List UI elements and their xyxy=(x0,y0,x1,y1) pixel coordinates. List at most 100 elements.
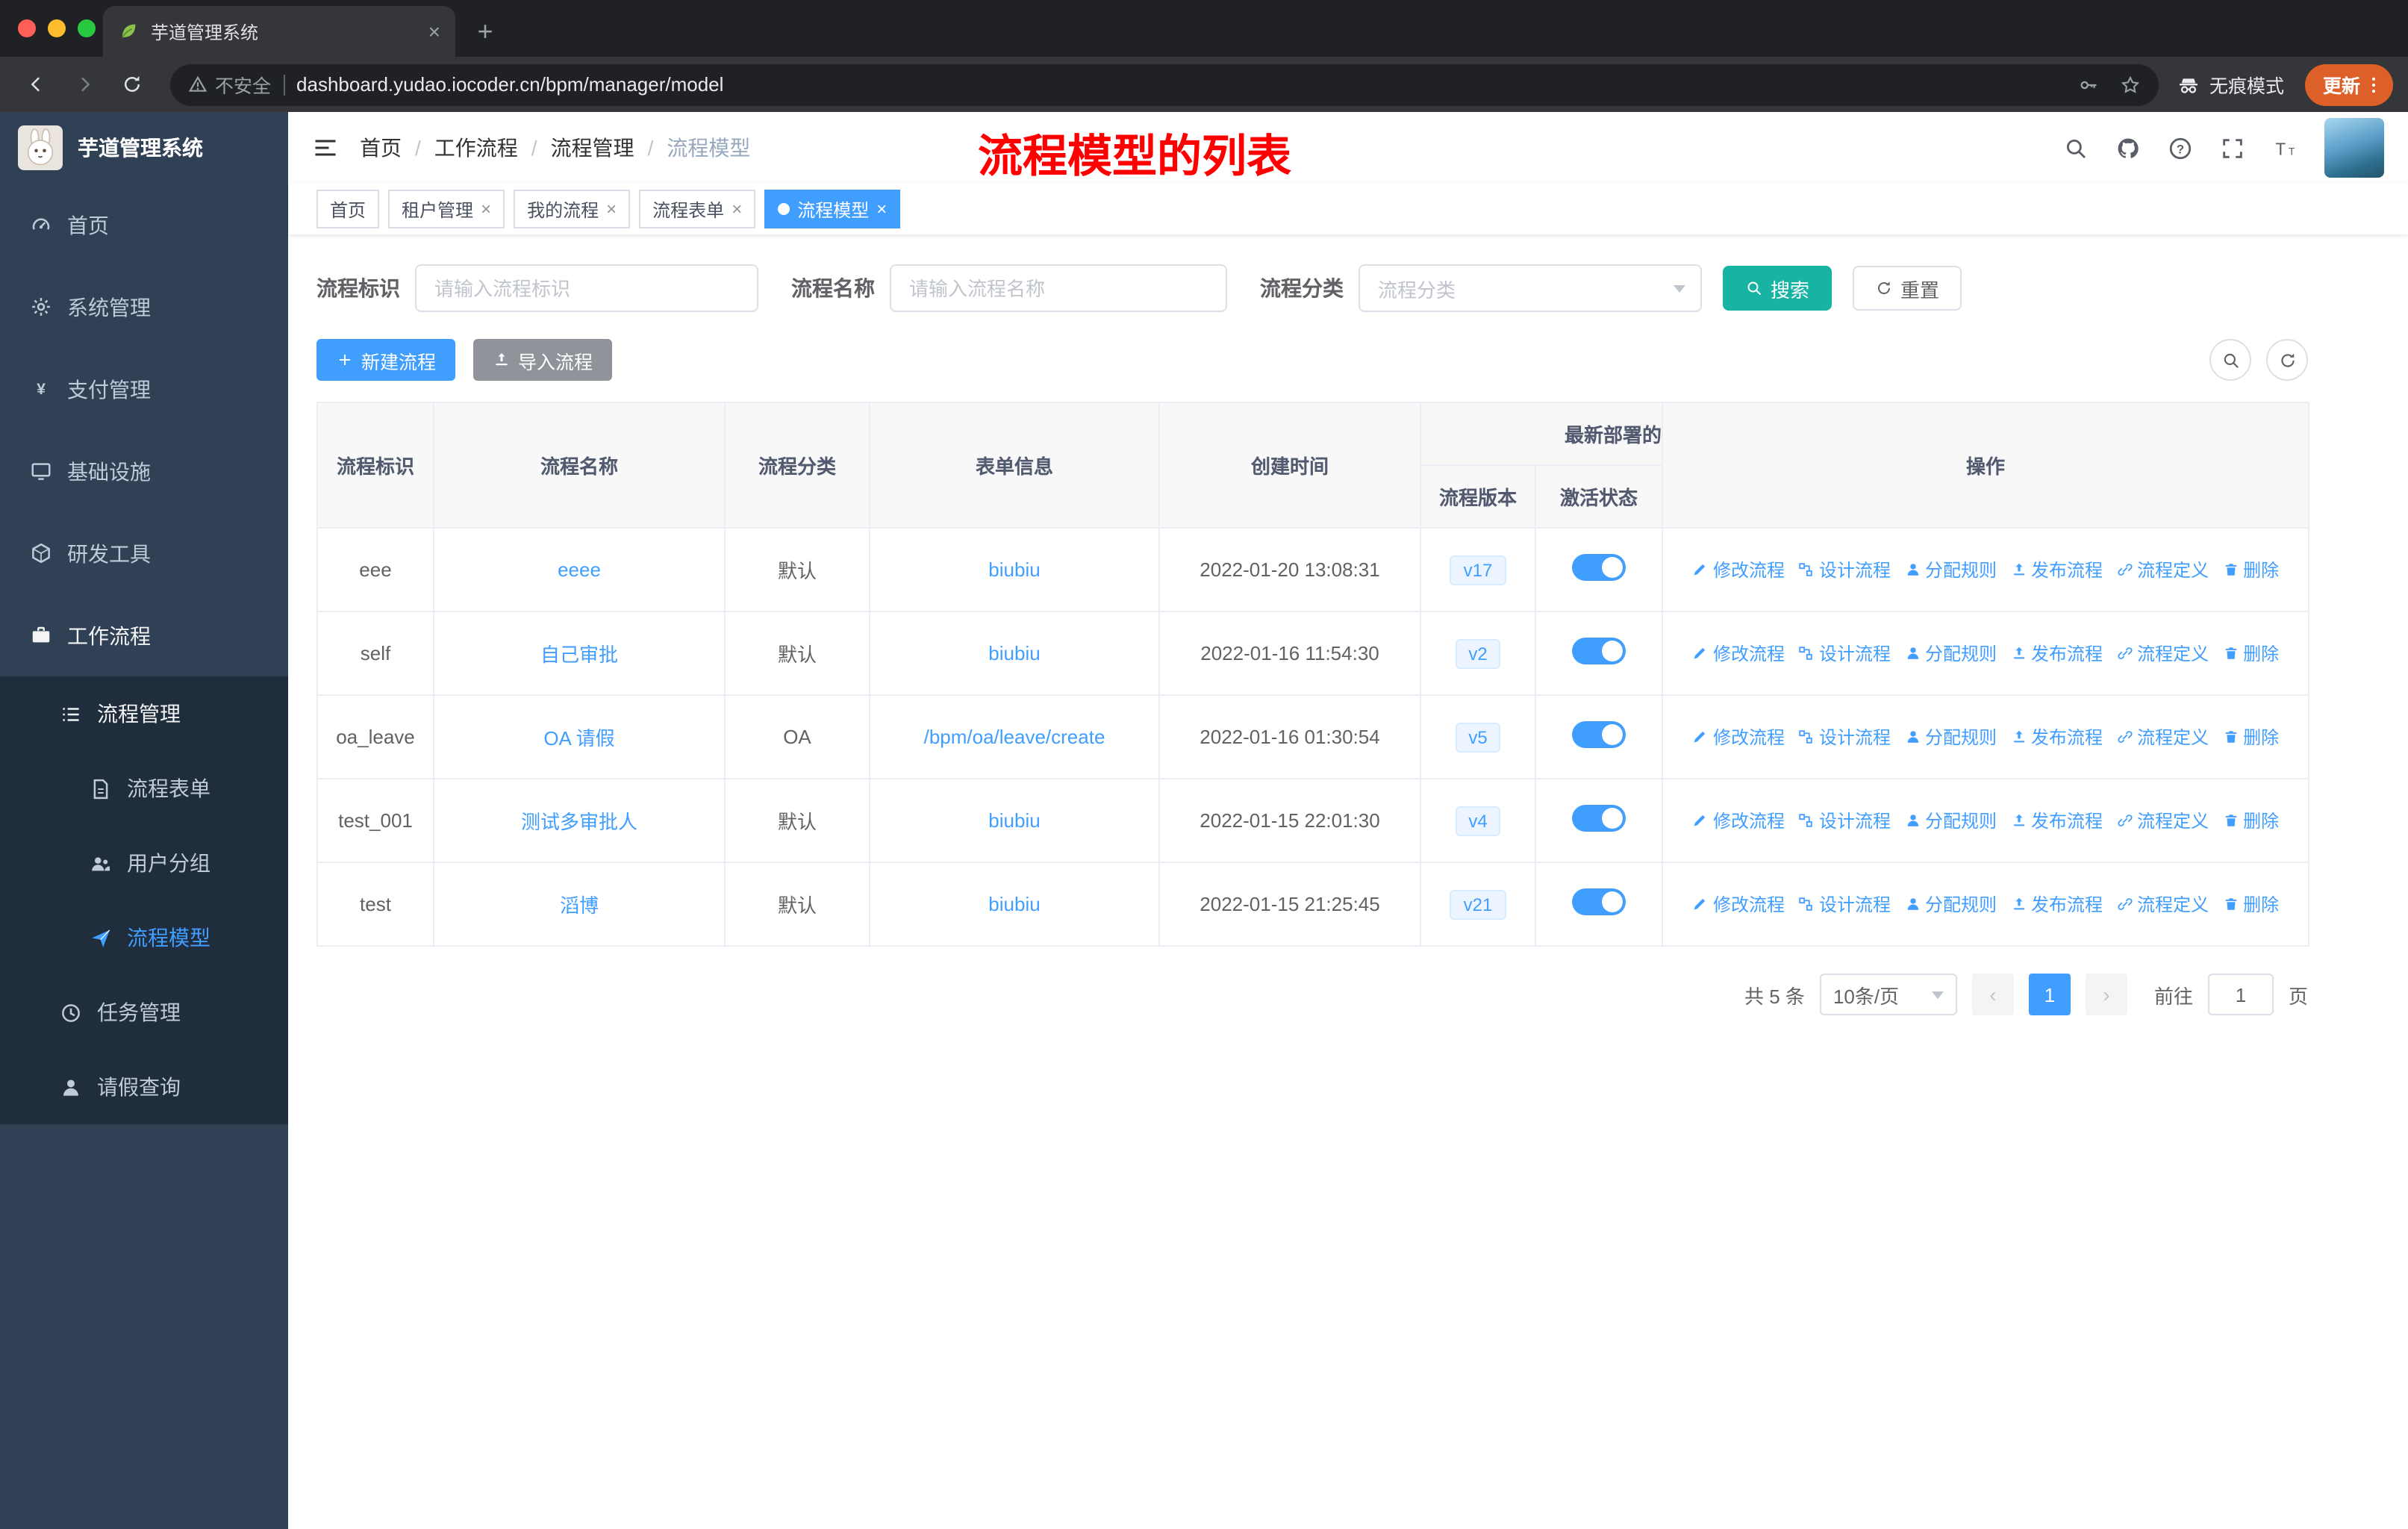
action-edit-link[interactable]: 修改流程 xyxy=(1692,641,1785,666)
action-assign-link[interactable]: 分配规则 xyxy=(1904,891,1997,917)
action-delete-link[interactable]: 删除 xyxy=(2222,724,2279,750)
minimize-window-button[interactable] xyxy=(48,19,66,37)
action-definition-link[interactable]: 流程定义 xyxy=(2116,808,2209,833)
active-toggle[interactable] xyxy=(1572,888,1626,915)
reset-button[interactable]: 重置 xyxy=(1853,266,1962,311)
action-assign-link[interactable]: 分配规则 xyxy=(1904,557,1997,582)
action-design-link[interactable]: 设计流程 xyxy=(1798,641,1891,666)
active-toggle[interactable] xyxy=(1572,805,1626,832)
action-publish-link[interactable]: 发布流程 xyxy=(2010,557,2103,582)
action-edit-link[interactable]: 修改流程 xyxy=(1692,808,1785,833)
process-name-input[interactable] xyxy=(890,264,1227,312)
breadcrumb-process-mgmt[interactable]: 流程管理 xyxy=(551,133,634,163)
search-icon[interactable] xyxy=(2063,135,2089,161)
logo-row[interactable]: 芋道管理系统 xyxy=(0,112,288,184)
forward-icon[interactable] xyxy=(63,63,105,105)
address-bar[interactable]: 不安全 dashboard.yudao.iocoder.cn/bpm/manag… xyxy=(170,63,2159,105)
sidebar-item-payment[interactable]: ¥ 支付管理 xyxy=(0,348,293,430)
action-edit-link[interactable]: 修改流程 xyxy=(1692,891,1785,917)
process-name-link[interactable]: 自己审批 xyxy=(540,644,618,666)
action-publish-link[interactable]: 发布流程 xyxy=(2010,808,2103,833)
action-delete-link[interactable]: 删除 xyxy=(2222,808,2279,833)
action-publish-link[interactable]: 发布流程 xyxy=(2010,724,2103,750)
sidebar-item-process-model[interactable]: 流程模型 xyxy=(0,900,288,975)
sidebar-item-leave-query[interactable]: 请假查询 xyxy=(0,1050,288,1124)
tab-close-icon[interactable]: × xyxy=(428,21,440,42)
create-process-button[interactable]: 新建流程 xyxy=(316,339,456,381)
sidebar-item-system[interactable]: 系统管理 xyxy=(0,266,293,348)
process-name-link[interactable]: 滔博 xyxy=(560,894,599,917)
action-publish-link[interactable]: 发布流程 xyxy=(2010,891,2103,917)
sidebar-item-process-mgmt[interactable]: 流程管理 xyxy=(0,676,288,751)
active-toggle[interactable] xyxy=(1572,721,1626,748)
action-delete-link[interactable]: 删除 xyxy=(2222,641,2279,666)
action-definition-link[interactable]: 流程定义 xyxy=(2116,557,2209,582)
action-design-link[interactable]: 设计流程 xyxy=(1798,724,1891,750)
close-window-button[interactable] xyxy=(18,19,36,37)
breadcrumb-home[interactable]: 首页 xyxy=(360,133,402,163)
key-icon[interactable] xyxy=(2078,74,2099,95)
process-name-link[interactable]: eeee xyxy=(558,558,601,581)
import-process-button[interactable]: 导入流程 xyxy=(473,339,613,381)
action-definition-link[interactable]: 流程定义 xyxy=(2116,891,2209,917)
sidebar-item-user-group[interactable]: 用户分组 xyxy=(0,826,288,900)
reload-icon[interactable] xyxy=(110,63,152,105)
close-icon[interactable]: × xyxy=(481,200,491,218)
process-key-input[interactable] xyxy=(415,264,758,312)
menu-dots-icon[interactable] xyxy=(2363,74,2384,95)
tag-首页[interactable]: 首页 xyxy=(316,190,380,228)
action-design-link[interactable]: 设计流程 xyxy=(1798,808,1891,833)
action-assign-link[interactable]: 分配规则 xyxy=(1904,808,1997,833)
next-page-button[interactable]: › xyxy=(2085,974,2127,1015)
form-info-link[interactable]: biubiu xyxy=(988,642,1040,664)
page-1-button[interactable]: 1 xyxy=(2028,974,2071,1015)
star-icon[interactable] xyxy=(2120,74,2141,95)
breadcrumb-workflow[interactable]: 工作流程 xyxy=(434,133,518,163)
back-icon[interactable] xyxy=(15,63,57,105)
sidebar-item-process-form[interactable]: 流程表单 xyxy=(0,751,288,826)
category-select[interactable]: 流程分类 xyxy=(1359,264,1702,312)
goto-page-input[interactable] xyxy=(2207,974,2274,1015)
question-icon[interactable]: ? xyxy=(2168,135,2193,161)
avatar[interactable] xyxy=(2324,118,2384,178)
form-info-link[interactable]: biubiu xyxy=(988,809,1040,832)
update-button[interactable]: 更新 xyxy=(2304,63,2393,105)
action-design-link[interactable]: 设计流程 xyxy=(1798,891,1891,917)
new-tab-button[interactable]: + xyxy=(464,10,506,52)
page-size-select[interactable]: 10条/页 xyxy=(1819,974,1957,1015)
sidebar-item-task-mgmt[interactable]: 任务管理 xyxy=(0,975,293,1050)
fullscreen-icon[interactable] xyxy=(2220,135,2245,161)
sidebar-item-devtools[interactable]: 研发工具 xyxy=(0,512,293,594)
action-definition-link[interactable]: 流程定义 xyxy=(2116,724,2209,750)
security-chip[interactable]: 不安全 xyxy=(188,70,271,99)
tag-我的流程[interactable]: 我的流程 × xyxy=(514,190,631,228)
tag-流程表单[interactable]: 流程表单 × xyxy=(639,190,756,228)
form-info-link[interactable]: /bpm/oa/leave/create xyxy=(924,726,1105,748)
browser-tab[interactable]: 芋道管理系统 × xyxy=(103,6,455,57)
toggle-search-button[interactable] xyxy=(2209,339,2251,381)
action-edit-link[interactable]: 修改流程 xyxy=(1692,724,1785,750)
sidebar-item-workflow[interactable]: 工作流程 xyxy=(0,594,288,676)
search-button[interactable]: 搜索 xyxy=(1723,266,1832,311)
process-name-link[interactable]: 测试多审批人 xyxy=(521,811,637,833)
maximize-window-button[interactable] xyxy=(78,19,96,37)
collapse-menu-icon[interactable] xyxy=(312,134,339,161)
form-info-link[interactable]: biubiu xyxy=(988,893,1040,915)
active-toggle[interactable] xyxy=(1572,638,1626,664)
font-size-icon[interactable]: TT xyxy=(2272,135,2298,161)
action-definition-link[interactable]: 流程定义 xyxy=(2116,641,2209,666)
tag-流程模型[interactable]: 流程模型 × xyxy=(764,190,901,228)
active-toggle[interactable] xyxy=(1572,554,1626,581)
sidebar-item-home[interactable]: 首页 xyxy=(0,184,288,266)
form-info-link[interactable]: biubiu xyxy=(988,558,1040,581)
action-delete-link[interactable]: 删除 xyxy=(2222,891,2279,917)
prev-page-button[interactable]: ‹ xyxy=(1971,974,2014,1015)
tag-租户管理[interactable]: 租户管理 × xyxy=(388,190,505,228)
action-assign-link[interactable]: 分配规则 xyxy=(1904,641,1997,666)
action-edit-link[interactable]: 修改流程 xyxy=(1692,557,1785,582)
action-assign-link[interactable]: 分配规则 xyxy=(1904,724,1997,750)
process-name-link[interactable]: OA 请假 xyxy=(543,727,614,750)
refresh-table-button[interactable] xyxy=(2266,339,2308,381)
close-icon[interactable]: × xyxy=(876,200,887,218)
action-publish-link[interactable]: 发布流程 xyxy=(2010,641,2103,666)
